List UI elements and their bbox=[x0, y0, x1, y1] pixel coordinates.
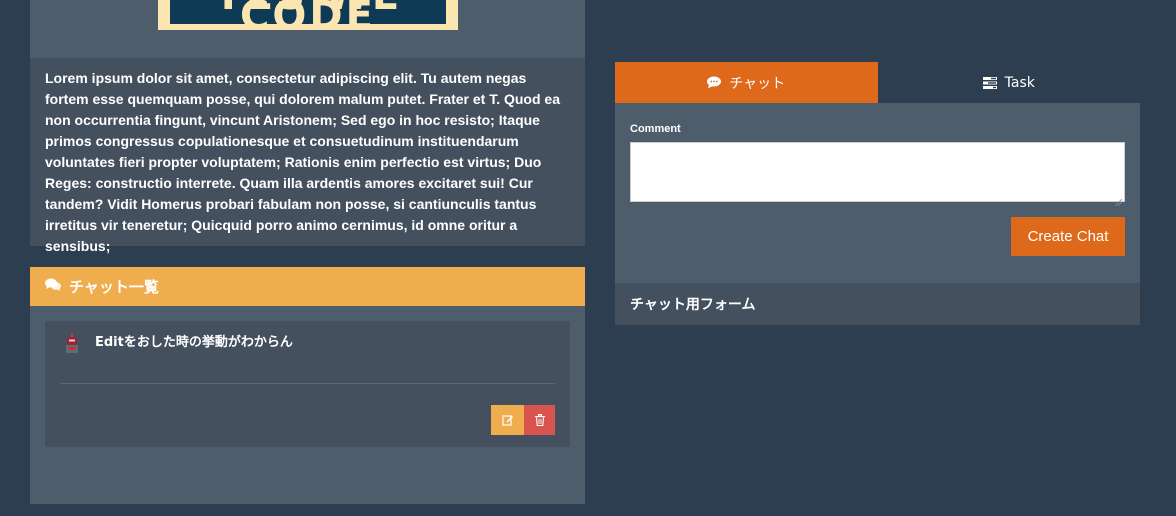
chat-list-body: Editをおした時の挙動がわからん bbox=[30, 306, 585, 447]
delete-button[interactable] bbox=[524, 405, 555, 435]
form-footer: チャット用フォーム bbox=[615, 283, 1140, 325]
comments-icon bbox=[45, 278, 61, 296]
chat-list-panel: チャット一覧 Editをおした時の挙動がわからん bbox=[30, 267, 585, 504]
tab-task-label: Task bbox=[1004, 74, 1035, 91]
banner-text: YES WE CODE bbox=[170, 0, 446, 24]
create-chat-button[interactable]: Create Chat bbox=[1011, 217, 1125, 256]
chat-form: Comment Create Chat bbox=[615, 103, 1140, 283]
edit-icon bbox=[501, 411, 514, 430]
left-column: YES WE CODE Lorem ipsum dolor sit amet, … bbox=[30, 0, 585, 504]
edit-button[interactable] bbox=[491, 405, 524, 435]
trash-icon bbox=[534, 411, 545, 430]
chat-item-actions bbox=[491, 405, 555, 435]
tab-task[interactable]: Task bbox=[878, 62, 1141, 103]
tab-chat-label: チャット bbox=[729, 75, 786, 92]
tab-bar: チャット Task bbox=[615, 62, 1140, 103]
chat-item-text: Editをおした時の挙動がわからん bbox=[95, 335, 293, 350]
robot-avatar-icon bbox=[65, 332, 79, 355]
chat-list-header: チャット一覧 bbox=[30, 267, 585, 306]
comment-textarea[interactable] bbox=[630, 142, 1125, 207]
description-text: Lorem ipsum dolor sit amet, consectetur … bbox=[30, 58, 585, 254]
tab-chat[interactable]: チャット bbox=[615, 62, 878, 103]
divider bbox=[60, 383, 555, 384]
right-column: チャット Task Comment Create Chat チャット用フォーム bbox=[615, 62, 1140, 325]
list-item: Editをおした時の挙動がわからん bbox=[45, 321, 570, 447]
banner-area: YES WE CODE bbox=[30, 0, 585, 58]
resize-grip-icon[interactable] bbox=[1114, 191, 1123, 207]
comment-icon bbox=[707, 76, 722, 89]
comment-label: Comment bbox=[630, 123, 681, 135]
banner-image: YES WE CODE bbox=[158, 0, 458, 30]
tasks-icon bbox=[982, 76, 997, 89]
form-actions: Create Chat bbox=[630, 217, 1125, 256]
chat-list-title: チャット一覧 bbox=[69, 278, 159, 296]
